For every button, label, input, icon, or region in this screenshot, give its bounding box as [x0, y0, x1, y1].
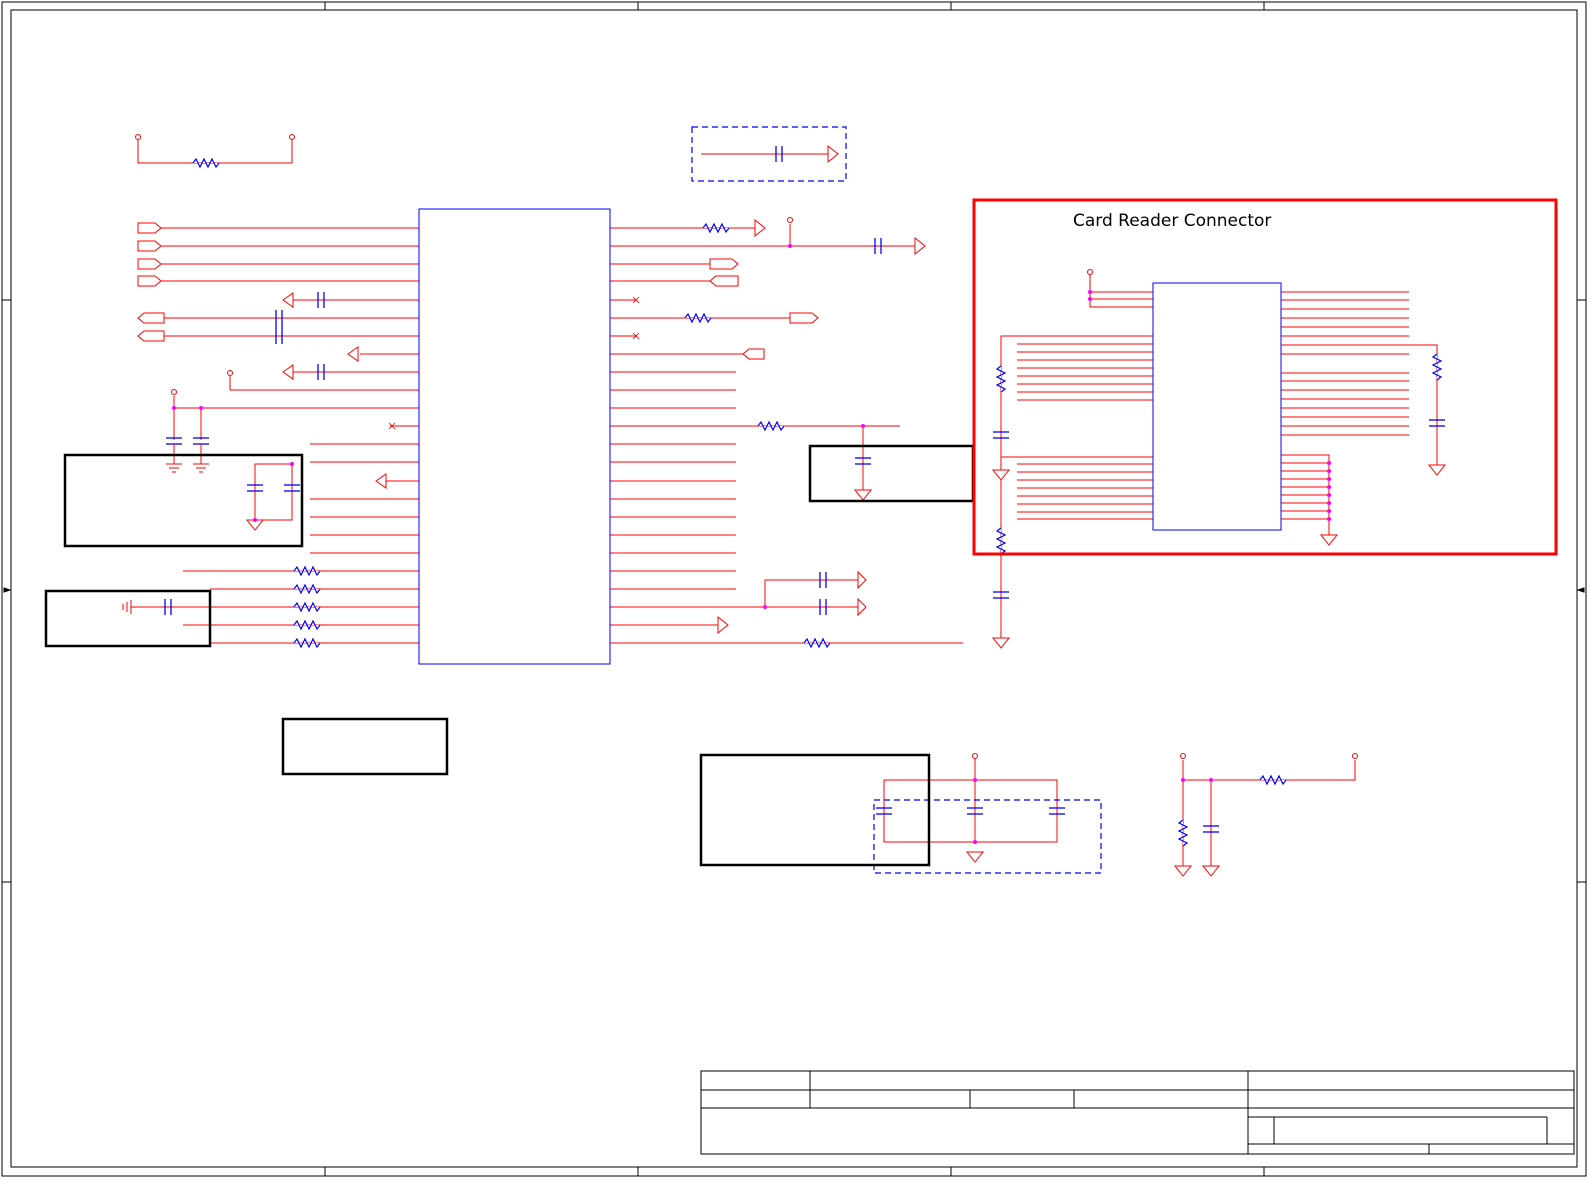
power-icon	[1087, 269, 1093, 275]
power-icon	[1180, 753, 1186, 759]
port-icon	[137, 330, 165, 342]
port-icon	[789, 312, 819, 324]
port-icon	[709, 258, 739, 270]
sheet-title: Card Reader Connector	[1073, 211, 1271, 231]
port-icon	[137, 258, 162, 270]
power-icon	[1352, 753, 1358, 759]
power-icon	[227, 370, 233, 376]
power-icon	[171, 389, 177, 395]
port-icon	[137, 240, 162, 252]
power-icon	[289, 134, 295, 140]
power-icon	[787, 217, 793, 223]
schematic-sheet: Card Reader Connector	[0, 0, 1590, 1180]
power-icon	[135, 134, 141, 140]
port-icon	[137, 222, 162, 234]
power-icon	[972, 753, 978, 759]
port-icon	[137, 275, 162, 287]
port-icon	[137, 312, 165, 324]
port-icon	[709, 275, 739, 287]
